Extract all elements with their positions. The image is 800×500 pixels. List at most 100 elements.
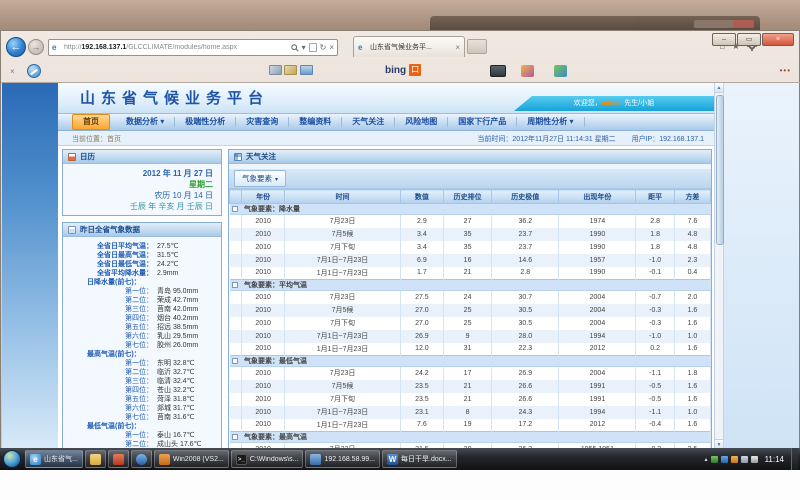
tray-hidden-icons[interactable]: ▴ (705, 456, 708, 463)
table-row[interactable]: 20107月5候27.02530.52004-0.31.6 (230, 304, 711, 317)
column-header[interactable]: 时间 (285, 190, 400, 204)
section-label: 气象要素：平均气温 (242, 280, 711, 291)
section-checkbox[interactable] (232, 358, 238, 364)
table-section-row: 气象要素：最高气温 (230, 432, 711, 443)
nav-item-2[interactable]: 极端性分析 (175, 117, 236, 127)
section-label: 气象要素：最低气温 (242, 356, 711, 367)
rank-group-title: 日降水量(前七)： (65, 278, 219, 287)
rank-item: 第六位：乳山 29.5mm (65, 332, 219, 341)
table-header-row: 年份时间数值历史排位历史极值出现年份距平方差 (230, 190, 711, 204)
cmd-icon: >_ (236, 454, 247, 465)
tray-update-icon[interactable] (731, 456, 738, 463)
nav-item-1[interactable]: 数据分析 ▾ (116, 117, 175, 127)
bing-box-icon: 口 (409, 64, 421, 76)
forward-button[interactable]: → (28, 39, 44, 55)
element-filter-button[interactable]: 气象要素▾ (234, 170, 286, 187)
show-desktop-button[interactable] (791, 448, 798, 470)
nav-item-8[interactable]: 周期性分析 ▾ (517, 117, 584, 127)
minimize-button[interactable]: – (712, 33, 736, 46)
column-header[interactable]: 出现年份 (559, 190, 636, 204)
browser-tab[interactable]: e 山东省气候业务平... × (353, 36, 465, 57)
search-icon[interactable] (291, 44, 299, 52)
nav-item-3[interactable]: 灾害查询 (236, 117, 289, 127)
cards-icon[interactable] (269, 65, 282, 75)
start-button[interactable] (3, 450, 21, 468)
nav-item-6[interactable]: 风险地图 (395, 117, 448, 127)
nav-item-5[interactable]: 天气关注 (342, 117, 395, 127)
volume-icon[interactable] (751, 456, 758, 463)
table-row[interactable]: 20101月1日~7月23日7.61917.22012-0.41.6 (230, 419, 711, 432)
bing-search-widget[interactable]: bing 口 (385, 64, 421, 76)
taskbar-button-word[interactable]: W每日干旱.docx... (382, 450, 457, 468)
address-bar[interactable]: e http://192.168.137.1/GLCCLIMATE/module… (48, 39, 338, 56)
section-checkbox[interactable] (232, 434, 238, 440)
taskbar-button-ie[interactable]: e山东省气... (25, 450, 83, 468)
table-row[interactable]: 20107月23日24.21726.92004-1.11.8 (230, 367, 711, 380)
table-row[interactable]: 20107月下旬27.02530.52004-0.31.6 (230, 317, 711, 330)
taskbar-button-vm[interactable]: Win2008 (VS2... (154, 450, 229, 468)
table-row[interactable]: 20107月下旬23.52126.61991-0.51.6 (230, 393, 711, 406)
nav-item-7[interactable]: 国家下行产品 (448, 117, 517, 127)
scroll-up-icon[interactable]: ▲ (715, 83, 723, 93)
table-row[interactable]: 20107月5候3.43523.719901.84.8 (230, 228, 711, 241)
table-row[interactable]: 20107月1日~7月23日26.9928.01994-1.01.0 (230, 330, 711, 343)
scrollbar-thumb[interactable] (716, 95, 724, 245)
taskbar-button-cmd[interactable]: >_C:\Windows\s... (231, 450, 304, 468)
maximize-button[interactable]: ▭ (737, 33, 761, 46)
back-button[interactable]: ← (6, 37, 26, 57)
tab-close-icon[interactable]: × (455, 43, 460, 52)
calendar-lunar: 农历 10 月 14 日 (67, 190, 213, 201)
rank-item: 第七位：胶州 26.0mm (65, 341, 219, 350)
blocker-icon[interactable] (27, 64, 41, 78)
taskbar-button-remote[interactable]: 192.168.58.99... (305, 450, 380, 468)
taskbar-button-red[interactable] (108, 450, 129, 468)
taskbar-button-media[interactable] (131, 450, 152, 468)
grid-icon (234, 153, 242, 161)
paint-icon[interactable] (521, 65, 534, 77)
toolbar-close-icon[interactable]: × (10, 67, 15, 76)
action-center-icon[interactable] (711, 456, 718, 463)
section-checkbox[interactable] (232, 282, 238, 288)
compatibility-view-icon[interactable] (309, 43, 317, 52)
column-header[interactable]: 历史排位 (444, 190, 492, 204)
more-icon[interactable]: ••• (780, 66, 791, 75)
taskbar-clock[interactable]: 11:14 (765, 455, 784, 464)
table-row[interactable]: 20107月1日~7月23日23.1824.31994-1.11.0 (230, 406, 711, 419)
column-header[interactable]: 数值 (400, 190, 443, 204)
section-checkbox[interactable] (232, 206, 238, 212)
stop-icon[interactable]: × (329, 43, 334, 52)
mail-icon[interactable] (300, 65, 313, 75)
network-icon[interactable] (741, 456, 748, 463)
tray-app-icon[interactable] (721, 456, 728, 463)
column-header[interactable]: 距平 (636, 190, 674, 204)
calendar-panel: 日历 2012 年 11 月 27 日 星期二 农历 10 月 14 日 壬辰 … (62, 149, 222, 216)
url-text: http://192.168.137.1/GLCCLIMATE/modules/… (64, 44, 288, 51)
nav-item-0[interactable]: 首页 (72, 114, 110, 130)
camera-icon[interactable] (490, 65, 506, 77)
table-row[interactable]: 20101月1日~7月23日1.7212.81990-0.10.4 (230, 267, 711, 280)
page-scrollbar[interactable]: ▲ ▼ (714, 83, 724, 449)
section-label: 气象要素：降水量 (242, 204, 711, 215)
table-row[interactable]: 20107月下旬3.43523.719901.84.8 (230, 241, 711, 254)
close-button[interactable]: × (762, 33, 794, 46)
calendar-icon (68, 153, 76, 161)
table-row[interactable]: 20107月23日27.52430.72004-0.72.0 (230, 291, 711, 304)
table-row[interactable]: 20107月5候23.52126.61991-0.51.6 (230, 380, 711, 393)
column-header[interactable]: 历史极值 (492, 190, 559, 204)
table-row[interactable]: 20107月23日2.92736.219742.87.6 (230, 215, 711, 228)
refresh-icon[interactable]: ↻ (320, 43, 327, 52)
table-row[interactable]: 20107月1日~7月23日6.91614.61957-1.02.3 (230, 254, 711, 267)
column-header[interactable]: 方差 (674, 190, 710, 204)
taskbar-button-folder[interactable] (85, 450, 106, 468)
new-tab-button[interactable] (467, 39, 487, 54)
breadcrumb-row: 当前位置：首页 当前时间：2012年11月27日 11:14:31 星期二 用户… (58, 131, 714, 146)
search-dropdown-icon[interactable]: ▾ (302, 43, 306, 52)
window-controls: – ▭ × (711, 33, 794, 46)
wallet-icon[interactable] (284, 65, 297, 75)
page-favicon: e (52, 43, 61, 52)
column-header[interactable]: 年份 (242, 190, 285, 204)
table-row[interactable]: 20101月1日~7月23日12.03122.320120.21.6 (230, 343, 711, 356)
addon-icon[interactable] (554, 65, 567, 77)
nav-item-4[interactable]: 整编资料 (289, 117, 342, 127)
table-section-row: 气象要素：平均气温 (230, 280, 711, 291)
